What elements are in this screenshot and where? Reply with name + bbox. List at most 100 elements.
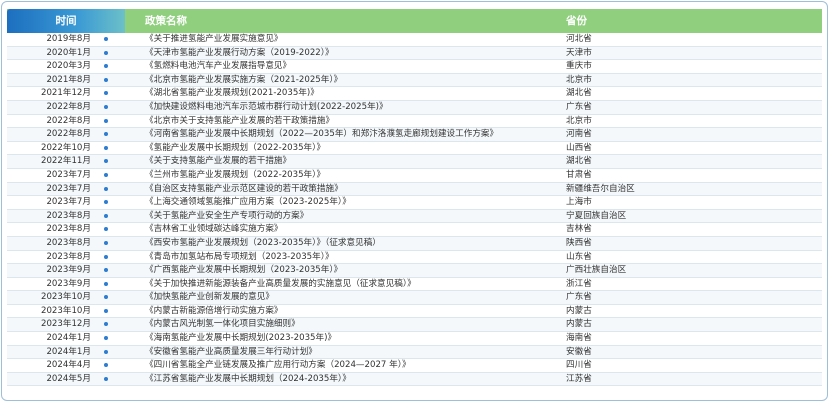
row-time: 2023年7月 — [46, 197, 91, 208]
row-policy-name: 《关于支持氢能产业发展的若干措施》 — [145, 156, 292, 167]
row-policy-name: 《加快氢能产业创新发展的意见》 — [145, 292, 274, 303]
row-time: 2024年4月 — [46, 360, 91, 371]
row-time: 2020年3月 — [46, 61, 91, 72]
table-row: 2021年12月 《湖北省氢能产业发展规划(2021-2035年)》 湖北省 — [7, 87, 822, 101]
table-row: 2023年9月 《关于加快推进新能源装备产业高质量发展的实施意见（征求意见稿）》 浙… — [7, 278, 822, 292]
row-time: 2022年8月 — [46, 129, 91, 140]
table-row: 2019年8月 《关于推进氢能产业发展实施意见》 河北省 — [7, 33, 822, 47]
row-province: 宁夏回族自治区 — [566, 210, 627, 221]
row-policy-name: 《吉林省工业领域碳达峰实施方案》 — [145, 224, 283, 235]
row-time: 2023年7月 — [46, 169, 91, 180]
timeline-dot-icon — [104, 308, 108, 313]
row-time: 2023年8月 — [46, 210, 91, 221]
timeline-dot-icon — [104, 91, 108, 96]
row-province: 湖北省 — [566, 88, 592, 99]
row-province: 江苏省 — [566, 373, 592, 384]
table-row: 2023年8月 《西安市氢能产业发展规划（2023-2035年）》（征求意见稿） 陕… — [7, 236, 822, 251]
header-time: 时间 — [7, 9, 125, 33]
row-policy-name: 《内蒙古风光制氢一体化项目实施细则》 — [145, 319, 300, 330]
policy-table: 时间 政策名称 省份 2019年8月 《关于推进氢能产业发展实施意见》 河北省 202… — [1, 1, 828, 401]
row-province: 陕西省 — [566, 237, 592, 248]
row-province: 广西壮族自治区 — [566, 265, 627, 276]
row-province: 重庆市 — [566, 61, 592, 72]
timeline-dot-icon — [104, 281, 108, 286]
row-province: 内蒙古 — [566, 305, 592, 316]
row-policy-name: 《自治区支持氢能产业示范区建设的若干政策措施》 — [145, 183, 343, 194]
row-province: 天津市 — [566, 47, 592, 58]
row-province: 海南省 — [566, 333, 592, 344]
table-row: 2022年8月 《河南省氢能产业发展中长期规划（2022—2035年）和郑汴洛濮氢… — [7, 128, 822, 142]
row-province: 安徽省 — [566, 346, 592, 357]
table-row: 2020年3月 《氢燃料电池汽车产业发展指导意见》 重庆市 — [7, 60, 822, 74]
timeline-dot-icon — [104, 349, 108, 354]
timeline-dot-icon — [104, 118, 108, 123]
table-row: 2024年4月 《四川省氢能全产业链发展及推广应用行动方案（2024—2027 年… — [7, 359, 822, 373]
timeline-dot-icon — [104, 104, 108, 109]
row-province: 四川省 — [566, 360, 592, 371]
timeline-dot-icon — [104, 254, 108, 259]
row-province: 山东省 — [566, 251, 592, 262]
row-time: 2024年1月 — [46, 333, 91, 344]
row-province: 北京市 — [566, 115, 592, 126]
timeline-dot-icon — [104, 376, 108, 381]
row-time: 2023年8月 — [46, 237, 91, 248]
row-time: 2019年8月 — [46, 34, 91, 44]
timeline-dot-icon — [104, 159, 108, 164]
row-policy-name: 《加快建设燃料电池汽车示范城市群行动计划(2022-2025年)》 — [145, 101, 388, 112]
timeline-dot-icon — [104, 145, 108, 150]
timeline-dot-icon — [104, 322, 108, 327]
row-time: 2023年10月 — [41, 305, 91, 316]
row-policy-name: 《关于推进氢能产业发展实施意见》 — [145, 34, 283, 44]
row-policy-name: 《海南氢能产业发展中长期规划(2023-2035年)》 — [145, 333, 337, 344]
row-policy-name: 《天津市氢能产业发展行动方案（2019-2022）》 — [145, 47, 334, 58]
row-policy-name: 《西安市氢能产业发展规划（2023-2035年）》（征求意见稿） — [145, 237, 381, 248]
row-province: 山西省 — [566, 142, 592, 153]
row-time: 2022年8月 — [46, 101, 91, 112]
row-time: 2023年12月 — [41, 319, 91, 330]
table-row: 2022年11月 《关于支持氢能产业发展的若干措施》 湖北省 — [7, 155, 822, 169]
row-province: 河南省 — [566, 129, 592, 140]
row-policy-name: 《河南省氢能产业发展中长期规划（2022—2035年）和郑汴洛濮氢走廊规划建设工… — [145, 129, 499, 140]
table-row: 2023年12月 《内蒙古风光制氢一体化项目实施细则》 内蒙古 — [7, 318, 822, 333]
timeline-dot-icon — [104, 213, 108, 218]
row-time: 2020年1月 — [46, 47, 91, 58]
timeline-dot-icon — [104, 37, 108, 41]
row-province: 湖北省 — [566, 156, 592, 167]
timeline-dot-icon — [104, 77, 108, 82]
table-row: 2024年1月 《安徽省氢能产业高质量发展三年行动计划》 安徽省 — [7, 345, 822, 360]
timeline-dot-icon — [104, 200, 108, 205]
row-time: 2023年10月 — [41, 292, 91, 303]
table-row: 2023年7月 《自治区支持氢能产业示范区建设的若干政策措施》 新疆维吾尔自治区 — [7, 182, 822, 197]
row-time: 2023年8月 — [46, 251, 91, 262]
timeline-dot-icon — [104, 336, 108, 341]
table-row: 2023年9月 《广西氢能产业发展中长期规划（2023-2035年）》 广西壮族自治… — [7, 264, 822, 278]
row-policy-name: 《青岛市加氢站布局专项规划（2023-2035年）》 — [145, 251, 334, 262]
row-province: 河北省 — [566, 34, 592, 44]
row-province: 新疆维吾尔自治区 — [566, 183, 635, 194]
row-time: 2021年12月 — [41, 88, 91, 99]
row-policy-name: 《内蒙古新能源倍增行动实施方案》 — [145, 305, 283, 316]
row-province: 吉林省 — [566, 224, 592, 235]
row-province: 广东省 — [566, 292, 592, 303]
timeline-dot-icon — [104, 186, 108, 191]
row-province: 内蒙古 — [566, 319, 592, 330]
row-policy-name: 《北京市氢能产业发展实施方案（2021-2025年）》 — [145, 74, 343, 85]
timeline-dot-icon — [104, 295, 108, 300]
table-row: 2024年1月 《海南氢能产业发展中长期规划(2023-2035年)》 海南省 — [7, 332, 822, 346]
timeline-dot-icon — [104, 227, 108, 232]
row-policy-name: 《上海交通领域氢能推广应用方案（2023-2025年）》 — [145, 197, 351, 208]
row-policy-name: 《氢能产业发展中长期规划（2022-2035年）》 — [145, 142, 326, 153]
row-policy-name: 《氢燃料电池汽车产业发展指导意见》 — [145, 61, 292, 72]
row-time: 2023年9月 — [46, 278, 91, 289]
row-policy-name: 《关于氢能产业安全生产专项行动的方案》 — [145, 210, 309, 221]
timeline-dot-icon — [104, 363, 108, 368]
table-row: 2023年10月 《内蒙古新能源倍增行动实施方案》 内蒙古 — [7, 305, 822, 319]
row-time: 2023年9月 — [46, 265, 91, 276]
row-policy-name: 《江苏省氢能产业发展中长期规划（2024-2035年）》 — [145, 373, 351, 384]
row-time: 2024年5月 — [46, 373, 91, 384]
row-province: 广东省 — [566, 101, 592, 112]
timeline-dot-icon — [104, 268, 108, 273]
row-time: 2023年7月 — [46, 183, 91, 194]
timeline-dot-icon — [104, 50, 108, 55]
row-policy-name: 《广西氢能产业发展中长期规划（2023-2035年）》 — [145, 265, 343, 276]
